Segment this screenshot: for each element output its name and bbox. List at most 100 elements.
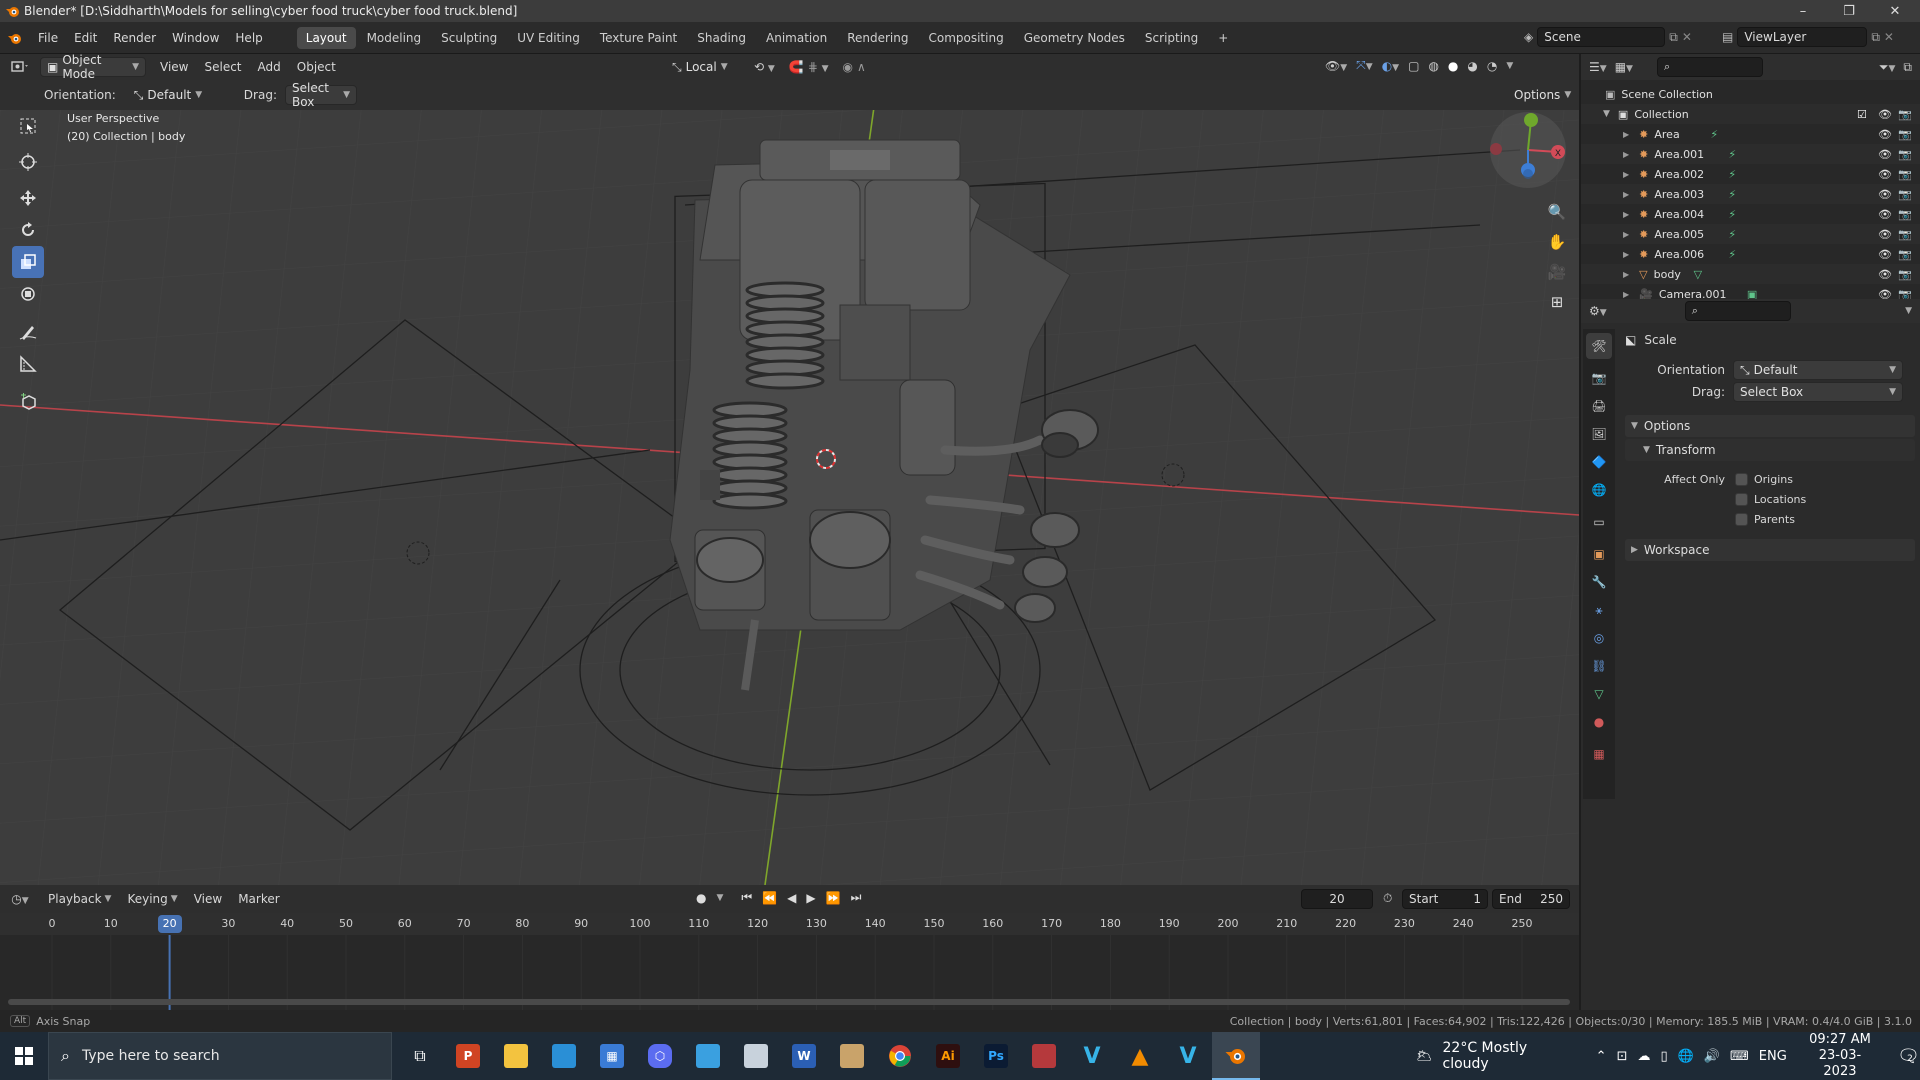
measure-tool-icon[interactable] — [12, 348, 44, 380]
menu-help[interactable]: Help — [227, 22, 270, 54]
tab-shading[interactable]: Shading — [688, 27, 755, 49]
volume-icon[interactable]: 🔊 — [1704, 1049, 1720, 1064]
powerpoint-icon[interactable]: P — [444, 1032, 492, 1080]
cursor-tool-icon[interactable] — [12, 146, 44, 178]
current-frame-field[interactable]: 20 — [1301, 889, 1373, 909]
app-red-icon[interactable] — [1020, 1032, 1068, 1080]
weather-icon[interactable]: 🌥 — [1416, 1049, 1433, 1064]
rendered-shading-icon[interactable]: ◔ — [1487, 59, 1497, 73]
properties-search-input[interactable]: ⌕ — [1684, 301, 1791, 321]
menu-file[interactable]: File — [30, 22, 66, 54]
eye-icon[interactable]: 👁 — [1878, 128, 1892, 141]
menu-window[interactable]: Window — [164, 22, 227, 54]
tab-geometry-nodes[interactable]: Geometry Nodes — [1015, 27, 1134, 49]
drag-dropdown[interactable]: Select Box ▼ — [1733, 382, 1903, 402]
camera-view-icon[interactable]: 🎥 — [1543, 257, 1571, 287]
scene-tab-icon[interactable]: 🔷 — [1586, 449, 1612, 475]
workspace-panel-header[interactable]: ▶ Workspace — [1625, 539, 1915, 561]
outliner-editor-icon[interactable]: ☰▼ — [1589, 60, 1607, 74]
eye-icon[interactable]: 👁 — [1878, 228, 1892, 241]
annotate-tool-icon[interactable] — [12, 316, 44, 348]
expand-arrow-icon[interactable]: ▶ — [1623, 210, 1629, 219]
shading-options-icon[interactable]: ▼ — [1506, 61, 1513, 71]
mode-dropdown[interactable]: ▣ Object Mode ▼ — [40, 53, 146, 81]
tab-layout[interactable]: Layout — [296, 26, 356, 49]
preview-range-icon[interactable]: ⏱ — [1383, 891, 1392, 906]
collection-row[interactable]: ▼ ▣ Collection ☑ 👁 📷 — [1581, 104, 1920, 124]
new-collection-icon[interactable]: ⧉ — [1903, 60, 1912, 75]
play-icon[interactable]: ▶ — [806, 891, 815, 905]
expand-arrow-icon[interactable]: ▶ — [1623, 130, 1629, 139]
keyboard-icon[interactable]: ⌨ — [1730, 1049, 1749, 1064]
add-cube-tool-icon[interactable] — [12, 386, 44, 418]
previous-keyframe-icon[interactable]: ⏪ — [762, 891, 777, 905]
marker-menu[interactable]: Marker — [230, 885, 287, 913]
modifier-tab-icon[interactable]: 🔧 — [1586, 569, 1612, 595]
photoshop-icon[interactable]: Ps — [972, 1032, 1020, 1080]
app-hexagon-icon[interactable]: ⬡ — [636, 1032, 684, 1080]
tab-sculpting[interactable]: Sculpting — [432, 27, 506, 49]
weather-text[interactable]: 22°C Mostly cloudy — [1443, 1040, 1576, 1072]
parents-checkbox[interactable] — [1735, 512, 1748, 526]
outliner-search-input[interactable]: ⌕ — [1656, 57, 1763, 77]
next-keyframe-icon[interactable]: ⏩ — [826, 891, 841, 905]
perspective-grid-icon[interactable]: ⊞ — [1543, 287, 1571, 317]
overlays-icon[interactable]: ◐▼ — [1382, 59, 1399, 73]
outliner-item-area-001[interactable]: ▶ ✸ Area.001 ⚡ 👁 📷 — [1581, 144, 1920, 164]
tab-animation[interactable]: Animation — [757, 27, 836, 49]
view-layer-tab-icon[interactable]: 🖼 — [1586, 421, 1612, 447]
display-mode-icon[interactable]: ▦▼ — [1615, 60, 1633, 74]
tab-uv-editing[interactable]: UV Editing — [508, 27, 589, 49]
eye-icon[interactable]: 👁 — [1878, 108, 1892, 121]
chevron-down-icon[interactable]: ▼ — [716, 893, 723, 903]
timeline-view-menu[interactable]: View — [186, 885, 230, 913]
outliner-item-area-006[interactable]: ▶ ✸ Area.006 ⚡ 👁 📷 — [1581, 244, 1920, 264]
network-icon[interactable]: 🌐 — [1678, 1049, 1694, 1064]
move-tool-icon[interactable] — [12, 182, 44, 214]
clock[interactable]: 09:27 AM 23-03-2023 — [1803, 1032, 1877, 1080]
illustrator-icon[interactable]: Ai — [924, 1032, 972, 1080]
checkbox-icon[interactable]: ☑ — [1857, 108, 1867, 121]
frame-ruler[interactable]: 0 10 20 30 40 50 60 70 80 90 100 110 120 130 140 150 160… — [0, 913, 1579, 935]
solid-shading-icon[interactable]: ● — [1448, 59, 1458, 73]
wireframe-shading-icon[interactable]: ◍ — [1428, 59, 1438, 73]
tab-rendering[interactable]: Rendering — [838, 27, 917, 49]
expand-arrow-icon[interactable]: ▶ — [1623, 150, 1629, 159]
constraints-tab-icon[interactable]: ⛓ — [1586, 653, 1612, 679]
remove-view-layer-icon[interactable]: ✕ — [1884, 30, 1894, 44]
vlc-icon[interactable]: ▲ — [1116, 1032, 1164, 1080]
output-tab-icon[interactable]: 🖨 — [1586, 393, 1612, 419]
blender-taskbar-icon[interactable] — [1212, 1032, 1260, 1080]
scene-collection-row[interactable]: ▣ Scene Collection — [1581, 84, 1920, 104]
app-files-icon[interactable] — [684, 1032, 732, 1080]
eye-icon[interactable]: 👁 — [1878, 248, 1892, 261]
neg-x-handle-icon[interactable] — [1490, 143, 1502, 155]
object-menu[interactable]: Object — [289, 54, 344, 80]
snap-icon[interactable]: 🧲 — [789, 60, 804, 74]
remove-scene-icon[interactable]: ✕ — [1682, 30, 1692, 44]
options-dropdown[interactable]: Options ▼ — [1508, 85, 1571, 105]
menu-edit[interactable]: Edit — [66, 22, 105, 54]
menu-render[interactable]: Render — [105, 22, 164, 54]
collection-tab-icon[interactable]: ▭ — [1586, 509, 1612, 535]
tray-app-icon[interactable]: ⊡ — [1617, 1049, 1628, 1064]
add-workspace-button[interactable]: + — [1209, 27, 1237, 49]
expand-arrow-icon[interactable]: ▶ — [1623, 170, 1629, 179]
notification-center-icon[interactable]: 🗨 2 — [1897, 1046, 1920, 1067]
camera-render-icon[interactable]: 📷 — [1898, 228, 1912, 241]
vray-icon[interactable]: V — [1068, 1032, 1116, 1080]
material-tab-icon[interactable]: ● — [1586, 709, 1612, 735]
expand-arrow-icon[interactable]: ▶ — [1623, 250, 1629, 259]
properties-editor-icon[interactable]: ⚙▼ — [1589, 304, 1607, 318]
eye-icon[interactable]: 👁 — [1878, 168, 1892, 181]
eye-icon[interactable]: 👁 — [1878, 268, 1892, 281]
material-shading-icon[interactable]: ◕ — [1467, 59, 1477, 73]
timeline-track-area[interactable]: 0 10 20 30 40 50 60 70 80 90 100 110 120 130 140 150 160… — [0, 913, 1579, 1010]
camera-render-icon[interactable]: 📷 — [1898, 188, 1912, 201]
microsoft-store-icon[interactable]: ▦ — [588, 1032, 636, 1080]
eye-icon[interactable]: 👁 — [1878, 208, 1892, 221]
maximize-button[interactable]: ❐ — [1826, 0, 1872, 22]
scene-name-field[interactable]: Scene — [1537, 27, 1666, 47]
origins-checkbox[interactable] — [1735, 472, 1748, 486]
taskbar-search-box[interactable]: ⌕ Type here to search — [48, 1032, 392, 1080]
